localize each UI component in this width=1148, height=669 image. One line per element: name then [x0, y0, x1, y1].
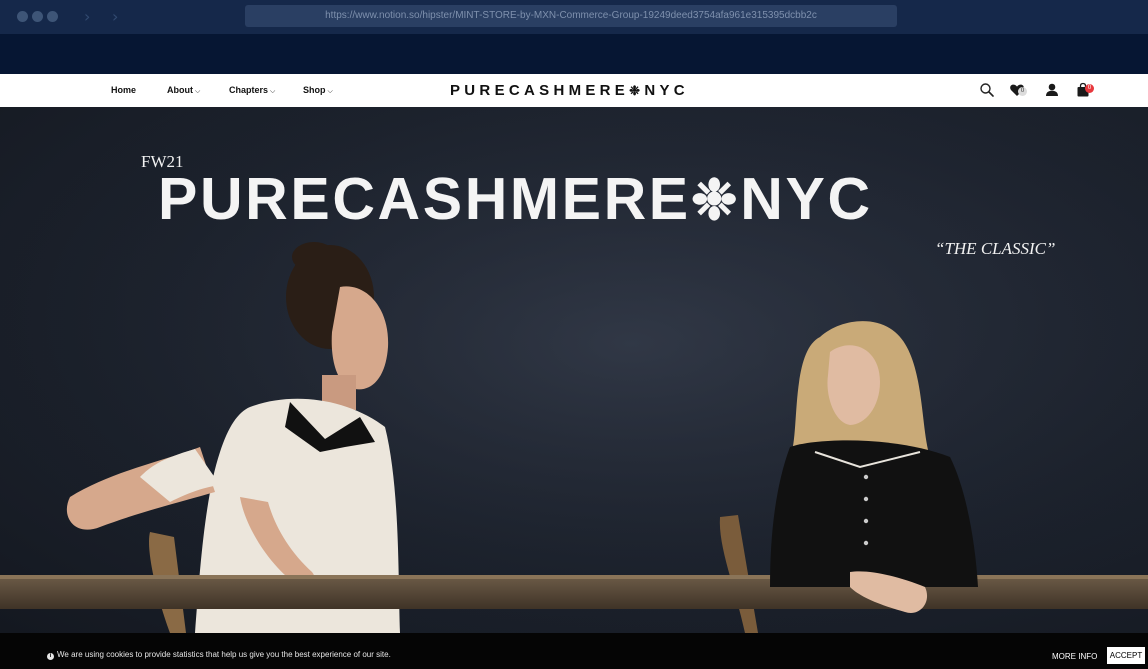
browser-toolbar: › › https://www.notion.so/hipster/MINT-S…	[0, 0, 1148, 34]
cart-count-badge: 0	[1085, 84, 1094, 93]
nav-home-label: Home	[111, 85, 137, 95]
hero-brand-title: PURECASHMERE❉NYC	[158, 165, 873, 233]
site-header: Home About ⌵ Chapters ⌵ Shop ⌵ PURECASHMERE…	[0, 74, 1148, 107]
chevron-down-icon: ⌵	[195, 88, 201, 95]
user-icon[interactable]	[1044, 82, 1060, 98]
nav-chapters-label: Chapters	[229, 85, 269, 95]
window-minimize-button[interactable]	[32, 11, 43, 22]
nav-shop[interactable]: Shop ⌵	[303, 74, 333, 107]
hero-brand-left: PURECASHMERE	[158, 166, 691, 232]
chevron-down-icon: ⌵	[327, 88, 333, 95]
window-zoom-button[interactable]	[47, 11, 58, 22]
nav-home[interactable]: Home	[111, 74, 136, 107]
site-logo[interactable]: PURECASHMERE❉NYC	[450, 74, 689, 107]
more-info-link[interactable]: MORE INFO	[1052, 652, 1097, 661]
nav-shop-label: Shop	[303, 85, 326, 95]
search-icon[interactable]	[979, 82, 995, 98]
snowflake-logo-icon: ❉	[629, 83, 645, 98]
logo-text-left: PURECASHMERE	[450, 82, 630, 99]
nav-about[interactable]: About ⌵	[167, 74, 200, 107]
nav-chapters[interactable]: Chapters ⌵	[229, 74, 275, 107]
hero-tagline: “THE CLASSIC”	[935, 239, 1056, 258]
logo-text-right: NYC	[644, 82, 689, 99]
nav-about-label: About	[167, 85, 193, 95]
hero-brand-right: NYC	[740, 166, 873, 232]
window-close-button[interactable]	[17, 11, 28, 22]
cookie-message-text: We are using cookies to provide statisti…	[57, 650, 391, 659]
cookie-message: i We are using cookies to provide statist…	[47, 650, 391, 660]
forward-arrow-icon[interactable]: ›	[112, 7, 118, 26]
back-arrow-icon[interactable]: ›	[84, 7, 90, 26]
browser-spacer	[0, 34, 1148, 74]
wishlist-count-badge: 0	[1018, 87, 1027, 96]
snowflake-emblem-icon: ❉	[690, 168, 741, 231]
cookie-consent-bar: i We are using cookies to provide statist…	[0, 633, 1148, 669]
chevron-down-icon: ⌵	[270, 88, 276, 95]
accept-cookies-button[interactable]: ACCEPT	[1107, 647, 1145, 664]
info-icon: i	[47, 653, 54, 660]
address-bar[interactable]: https://www.notion.so/hipster/MINT-STORE…	[245, 5, 897, 27]
hero-banner[interactable]: FW21 PURECASHMERE❉NYC “THE CLASSIC”	[0, 107, 1148, 633]
